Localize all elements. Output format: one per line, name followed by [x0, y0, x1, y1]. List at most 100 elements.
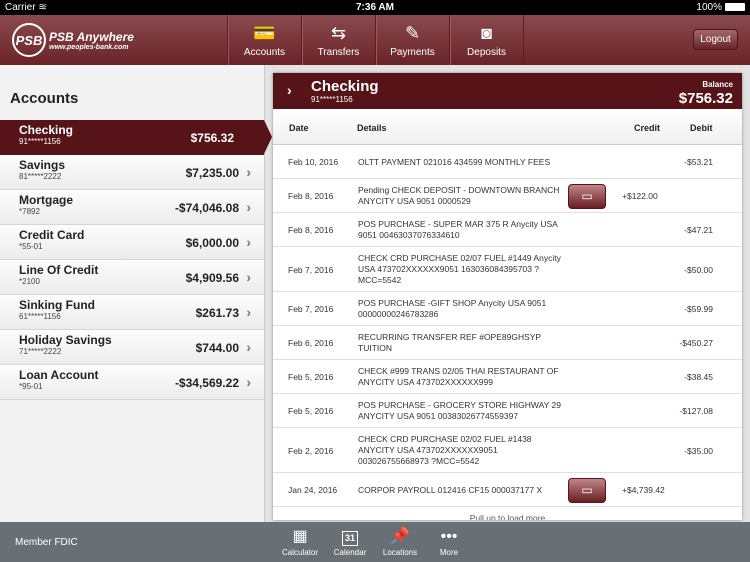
transaction-row[interactable]: Feb 7, 2016 POS PURCHASE -GIFT SHOP Anyci…: [273, 292, 742, 326]
transaction-date: Feb 7, 2016: [288, 304, 334, 314]
transaction-row[interactable]: Feb 6, 2016 RECURRING TRANSFER REF #OPE89…: [273, 326, 742, 360]
transaction-row[interactable]: Jan 24, 2016 CORPOR PAYROLL 012416 CF15 0…: [273, 473, 742, 507]
account-balance: -$74,046.08: [174, 201, 239, 215]
transaction-date: Feb 6, 2016: [288, 338, 334, 348]
locations-button[interactable]: 📌 Locations: [375, 526, 425, 557]
transaction-debit: -$47.21: [684, 225, 713, 235]
col-debit: Debit: [690, 123, 713, 133]
top-nav: PSB PSB Anywhere www.peoples-bank.com 💳 A…: [0, 15, 750, 65]
calendar-icon: 31: [325, 526, 375, 548]
pull-to-load: Pull up to load more: [469, 513, 546, 520]
transaction-details: CHECK CRD PURCHASE 02/02 FUEL #1438 ANYC…: [358, 434, 532, 466]
pushpin-icon: 📌: [390, 528, 410, 545]
transaction-details: POS PURCHASE - GROCERY STORE HIGHWAY 29 …: [358, 400, 561, 421]
chevron-right-icon: ›: [246, 269, 251, 285]
clock: 7:36 AM: [356, 2, 394, 13]
transaction-details: Pending CHECK DEPOSIT - DOWNTOWN BRANCH …: [358, 185, 560, 206]
transaction-credit: +$122.00: [622, 191, 658, 201]
transaction-date: Feb 8, 2016: [288, 191, 334, 201]
transaction-date: Feb 2, 2016: [288, 445, 334, 456]
transaction-details: CHECK #999 TRANS 02/05 THAI RESTAURANT O…: [358, 366, 559, 387]
tab-accounts[interactable]: 💳 Accounts: [227, 15, 301, 65]
transaction-debit: -$450.27: [679, 338, 713, 348]
account-header: › Checking 91*****1156 Balance $756.32: [273, 73, 742, 109]
account-balance: $7,235.00: [185, 166, 239, 180]
account-item[interactable]: Line Of Credit *2100 $4,909.56 ›: [0, 260, 264, 295]
logo-mark: PSB: [12, 23, 46, 57]
transaction-details: RECURRING TRANSFER REF #OPE89GHSYP TUITI…: [358, 332, 541, 353]
account-detail: › Checking 91*****1156 Balance $756.32 D…: [273, 73, 742, 520]
transaction-row[interactable]: Feb 8, 2016 Pending CHECK DEPOSIT - DOWNT…: [273, 179, 742, 213]
account-item[interactable]: Savings 81*****2222 $7,235.00 ›: [0, 155, 264, 190]
brand-logo: PSB PSB Anywhere www.peoples-bank.com: [0, 15, 227, 65]
brand-url: www.peoples-bank.com: [49, 43, 129, 51]
transaction-row[interactable]: Feb 2, 2016 CHECK CRD PURCHASE 02/02 FUEL…: [273, 428, 742, 473]
balance-value: $756.32: [678, 90, 733, 107]
brand-name: PSB Anywhere: [49, 29, 134, 44]
check-image-icon: ▭: [581, 189, 593, 203]
transaction-details: POS PURCHASE -GIFT SHOP Anycity USA 9051…: [358, 298, 547, 319]
more-button[interactable]: ••• More: [424, 526, 474, 557]
camera-icon: ◙: [481, 23, 492, 43]
balance-label: Balance: [702, 80, 733, 89]
view-check-image-button[interactable]: ▭: [568, 183, 606, 209]
account-item[interactable]: Sinking Fund 61*****1156 $261.73 ›: [0, 295, 264, 330]
account-balance: $6,000.00: [185, 236, 239, 250]
transaction-date: Feb 8, 2016: [288, 225, 334, 235]
chevron-right-icon[interactable]: ›: [287, 82, 292, 98]
transaction-row[interactable]: Feb 5, 2016 CHECK #999 TRANS 02/05 THAI R…: [273, 360, 742, 394]
transaction-debit: -$127.08: [679, 406, 713, 416]
table-header: Date Details Credit Debit: [273, 109, 742, 145]
transaction-debit: -$38.45: [684, 372, 713, 382]
transaction-debit: -$53.21: [684, 157, 713, 167]
transaction-row[interactable]: Feb 10, 2016 OLTT PAYMENT 021016 434599 M…: [273, 145, 742, 179]
accounts-sidebar: Accounts Checking 91*****1156 $756.32 Savin…: [0, 65, 272, 522]
transfer-arrows-icon: ⇆: [330, 23, 347, 43]
chevron-right-icon: ›: [246, 234, 251, 250]
account-balance: $4,909.56: [185, 271, 239, 285]
transaction-details: CHECK CRD PURCHASE 02/07 FUEL #1449 Anyc…: [358, 253, 561, 285]
calendar-button[interactable]: 31 Calendar: [325, 526, 375, 557]
account-balance: $756.32: [190, 131, 234, 145]
account-balance: $744.00: [195, 341, 239, 355]
transaction-date: Feb 5, 2016: [288, 406, 334, 416]
account-balance: $261.73: [195, 306, 239, 320]
col-credit: Credit: [634, 123, 661, 133]
account-item[interactable]: Mortgage *7892 -$74,046.08 ›: [0, 190, 264, 225]
tab-deposits[interactable]: ◙ Deposits: [449, 15, 523, 65]
calculator-button[interactable]: ▦ Calculator: [275, 526, 325, 557]
transaction-row[interactable]: Feb 7, 2016 CHECK CRD PURCHASE 02/07 FUEL…: [273, 247, 742, 292]
transaction-date: Jan 24, 2016: [288, 485, 338, 495]
transaction-date: Feb 10, 2016: [288, 157, 339, 167]
tab-transfers[interactable]: ⇆ Transfers: [301, 15, 375, 65]
chevron-right-icon: ›: [246, 164, 251, 180]
account-item[interactable]: Holiday Savings 71*****2222 $744.00 ›: [0, 330, 264, 365]
tab-payments[interactable]: ✎ Payments: [375, 15, 449, 65]
view-check-image-button[interactable]: ▭: [568, 477, 606, 503]
account-item[interactable]: Credit Card *55-01 $6,000.00 ›: [0, 225, 264, 260]
account-item[interactable]: Loan Account *95-01 -$34,569.22 ›: [0, 365, 264, 400]
logout-button[interactable]: Logout: [693, 29, 738, 50]
chevron-right-icon: ›: [246, 199, 251, 215]
transaction-debit: -$35.00: [684, 445, 713, 456]
account-number: 91*****1156: [311, 95, 353, 104]
chevron-right-icon: ›: [246, 374, 251, 390]
member-fdic: Member FDIC: [15, 537, 78, 548]
account-title: Checking: [311, 78, 379, 95]
col-details: Details: [357, 123, 387, 133]
account-item[interactable]: Checking 91*****1156 $756.32: [0, 120, 272, 155]
transaction-details: POS PURCHASE - SUPER MAR 375 R Anycity U…: [358, 219, 558, 240]
transaction-date: Feb 7, 2016: [288, 264, 334, 275]
transaction-row[interactable]: Feb 8, 2016 POS PURCHASE - SUPER MAR 375 …: [273, 213, 742, 247]
transaction-date: Feb 5, 2016: [288, 372, 334, 382]
check-pen-icon: ✎: [404, 23, 421, 43]
sidebar-title: Accounts: [10, 90, 79, 107]
credit-card-icon: 💳: [253, 23, 276, 43]
footer-bar: Member FDIC ▦ Calculator 31 Calendar 📌 Loca…: [0, 522, 750, 562]
transaction-details: CORPOR PAYROLL 012416 CF15 000037177 X: [358, 484, 543, 495]
status-bar: Carrier ≋ 7:36 AM 100%: [0, 0, 750, 15]
transaction-debit: -$59.99: [684, 304, 713, 314]
more-dots-icon: •••: [440, 528, 458, 545]
chevron-right-icon: ›: [246, 304, 251, 320]
transaction-row[interactable]: Feb 5, 2016 POS PURCHASE - GROCERY STORE …: [273, 394, 742, 428]
